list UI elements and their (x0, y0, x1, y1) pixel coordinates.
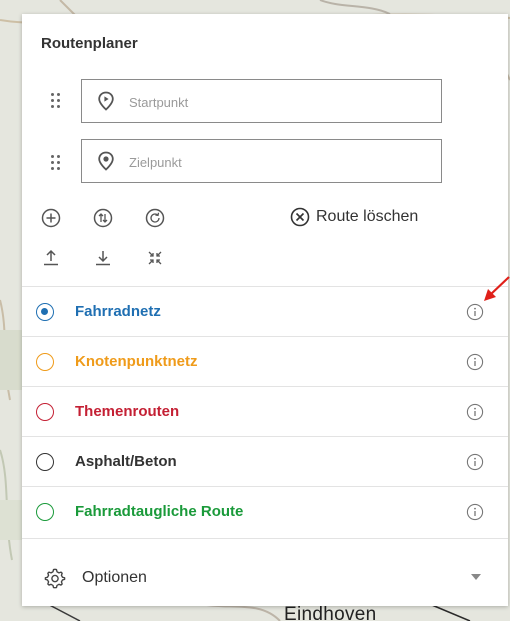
panel-title: Routenplaner (41, 35, 138, 52)
clear-route-button[interactable]: Route löschen (290, 207, 418, 227)
caret-down-icon (471, 574, 481, 580)
radio-unselected[interactable] (36, 353, 54, 371)
network-row-fahrradtaugliche-route[interactable]: Fahrradtaugliche Route (22, 487, 508, 537)
plus-circle-icon (41, 208, 61, 228)
download-button[interactable] (93, 248, 113, 268)
route-planner-panel: Routenplaner Startpunkt Zielpunkt Route … (22, 14, 508, 606)
start-input[interactable] (127, 89, 431, 115)
network-row-fahrradnetz[interactable]: Fahrradnetz (22, 287, 508, 337)
add-waypoint-button[interactable] (41, 208, 61, 228)
radio-selected[interactable] (36, 303, 54, 321)
upload-button[interactable] (41, 248, 61, 268)
network-label: Asphalt/Beton (75, 453, 177, 470)
drag-handle-icon[interactable] (50, 155, 62, 171)
network-row-asphalt-beton[interactable]: Asphalt/Beton (22, 437, 508, 487)
network-row-knotenpunktnetz[interactable]: Knotenpunktnetz (22, 337, 508, 387)
options-label: Optionen (82, 569, 147, 586)
options-toggle[interactable]: Optionen (22, 553, 508, 603)
round-trip-button[interactable] (145, 208, 165, 228)
radio-unselected[interactable] (36, 453, 54, 471)
close-circle-icon (290, 207, 310, 227)
network-label: Themenrouten (75, 403, 180, 420)
end-input[interactable] (127, 149, 431, 175)
network-label: Knotenpunktnetz (75, 353, 198, 370)
swap-circle-icon (93, 208, 113, 228)
radio-unselected[interactable] (36, 503, 54, 521)
info-icon[interactable] (466, 353, 484, 371)
map-place-label: Eindhoven (284, 604, 377, 621)
red-arrow-icon (484, 276, 510, 301)
gear-icon (44, 568, 66, 589)
network-label: Fahrradtaugliche Route (75, 503, 244, 520)
refresh-circle-icon (145, 208, 165, 228)
info-icon[interactable] (466, 453, 484, 471)
collapse-icon (148, 251, 162, 265)
upload-icon (44, 249, 58, 266)
clear-route-label: Route löschen (316, 208, 419, 225)
download-icon (96, 251, 110, 266)
network-label: Fahrradnetz (75, 303, 161, 320)
drag-handle-icon[interactable] (50, 93, 62, 109)
reverse-route-button[interactable] (93, 208, 113, 228)
end-field[interactable] (81, 139, 442, 183)
info-icon[interactable] (466, 503, 484, 521)
end-pin-icon (98, 151, 114, 171)
divider (22, 538, 508, 539)
start-field[interactable] (81, 79, 442, 123)
collapse-button[interactable] (145, 248, 165, 268)
radio-unselected[interactable] (36, 403, 54, 421)
info-icon[interactable] (466, 403, 484, 421)
network-row-themenrouten[interactable]: Themenrouten (22, 387, 508, 437)
info-icon[interactable] (466, 303, 484, 321)
start-pin-icon (98, 91, 114, 111)
